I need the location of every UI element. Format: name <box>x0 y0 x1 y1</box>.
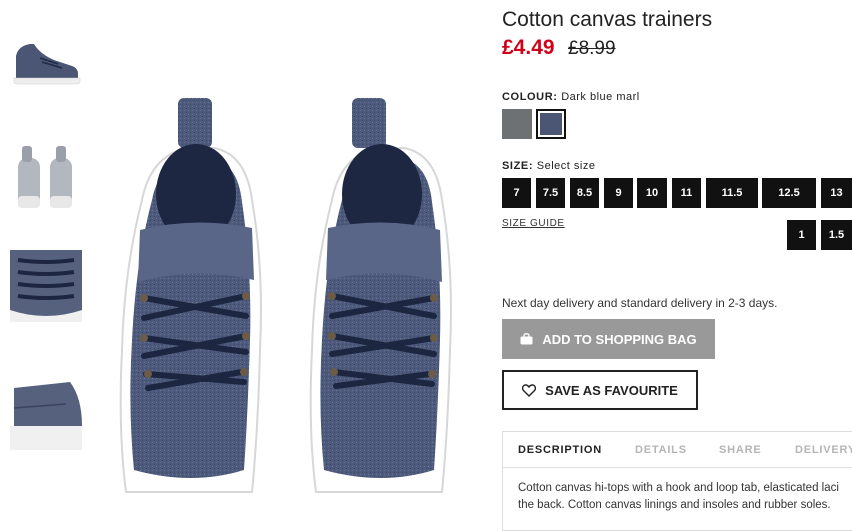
thumbnail-heel-closeup[interactable] <box>10 378 82 450</box>
add-to-bag-button[interactable]: ADD TO SHOPPING BAG <box>502 319 715 359</box>
size-value: Select size <box>536 160 596 172</box>
size-option-8-5[interactable]: 8.5 <box>570 178 599 208</box>
size-option-7-5[interactable]: 7.5 <box>536 178 565 208</box>
save-favourite-button[interactable]: SAVE AS FAVOURITE <box>502 370 698 410</box>
product-title: Cotton canvas trainers <box>502 8 713 31</box>
thumbnail-back-view[interactable] <box>10 144 82 216</box>
tab-share[interactable]: SHARE <box>719 444 762 456</box>
right-shoe <box>309 98 452 493</box>
thumbnail-laces-closeup[interactable] <box>10 250 82 322</box>
swatch-fill <box>540 113 562 135</box>
colour-label: COLOUR: <box>502 91 558 103</box>
size-option-11-5[interactable]: 11.5 <box>706 178 758 208</box>
size-option-10[interactable]: 10 <box>637 178 667 208</box>
size-option-1-5[interactable]: 1.5 <box>821 220 852 250</box>
colour-label-row: COLOUR: Dark blue marl <box>502 91 640 103</box>
shopping-bag-icon <box>520 333 533 345</box>
price-row: £4.49 £8.99 <box>502 36 616 64</box>
size-option-1[interactable]: 1 <box>787 220 816 250</box>
size-option-13[interactable]: 13 <box>821 178 852 208</box>
colour-swatch-dark-blue-marl[interactable] <box>536 109 566 139</box>
description-text: Cotton canvas hi-tops with a hook and lo… <box>518 482 839 511</box>
colour-swatch-grey[interactable] <box>502 109 532 139</box>
original-price: £8.99 <box>568 38 616 59</box>
tab-description[interactable]: DESCRIPTION <box>518 444 602 456</box>
tab-details[interactable]: DETAILS <box>635 444 687 456</box>
delivery-info: Next day delivery and standard delivery … <box>502 296 778 310</box>
save-favourite-label: SAVE AS FAVOURITE <box>545 382 678 398</box>
size-option-12-5[interactable]: 12.5 <box>762 178 816 208</box>
product-info-tabs: DESCRIPTION DETAILS SHARE DELIVERY Cotto… <box>502 431 852 531</box>
size-option-7[interactable]: 7 <box>502 178 531 208</box>
left-shoe <box>119 98 262 493</box>
size-label: SIZE: <box>502 160 534 172</box>
size-guide-link[interactable]: SIZE GUIDE <box>502 218 565 229</box>
tab-delivery[interactable]: DELIVERY <box>795 444 852 456</box>
sale-price: £4.49 <box>502 36 555 59</box>
add-to-bag-label: ADD TO SHOPPING BAG <box>542 331 697 347</box>
size-option-11[interactable]: 11 <box>672 178 701 208</box>
thumbnail-side-view[interactable] <box>10 36 82 108</box>
main-product-image <box>96 90 466 500</box>
size-label-row: SIZE: Select size <box>502 160 595 172</box>
size-option-9[interactable]: 9 <box>604 178 633 208</box>
colour-value: Dark blue marl <box>561 91 640 103</box>
tabs-row: DESCRIPTION DETAILS SHARE DELIVERY <box>503 432 852 468</box>
heart-icon <box>522 383 537 397</box>
